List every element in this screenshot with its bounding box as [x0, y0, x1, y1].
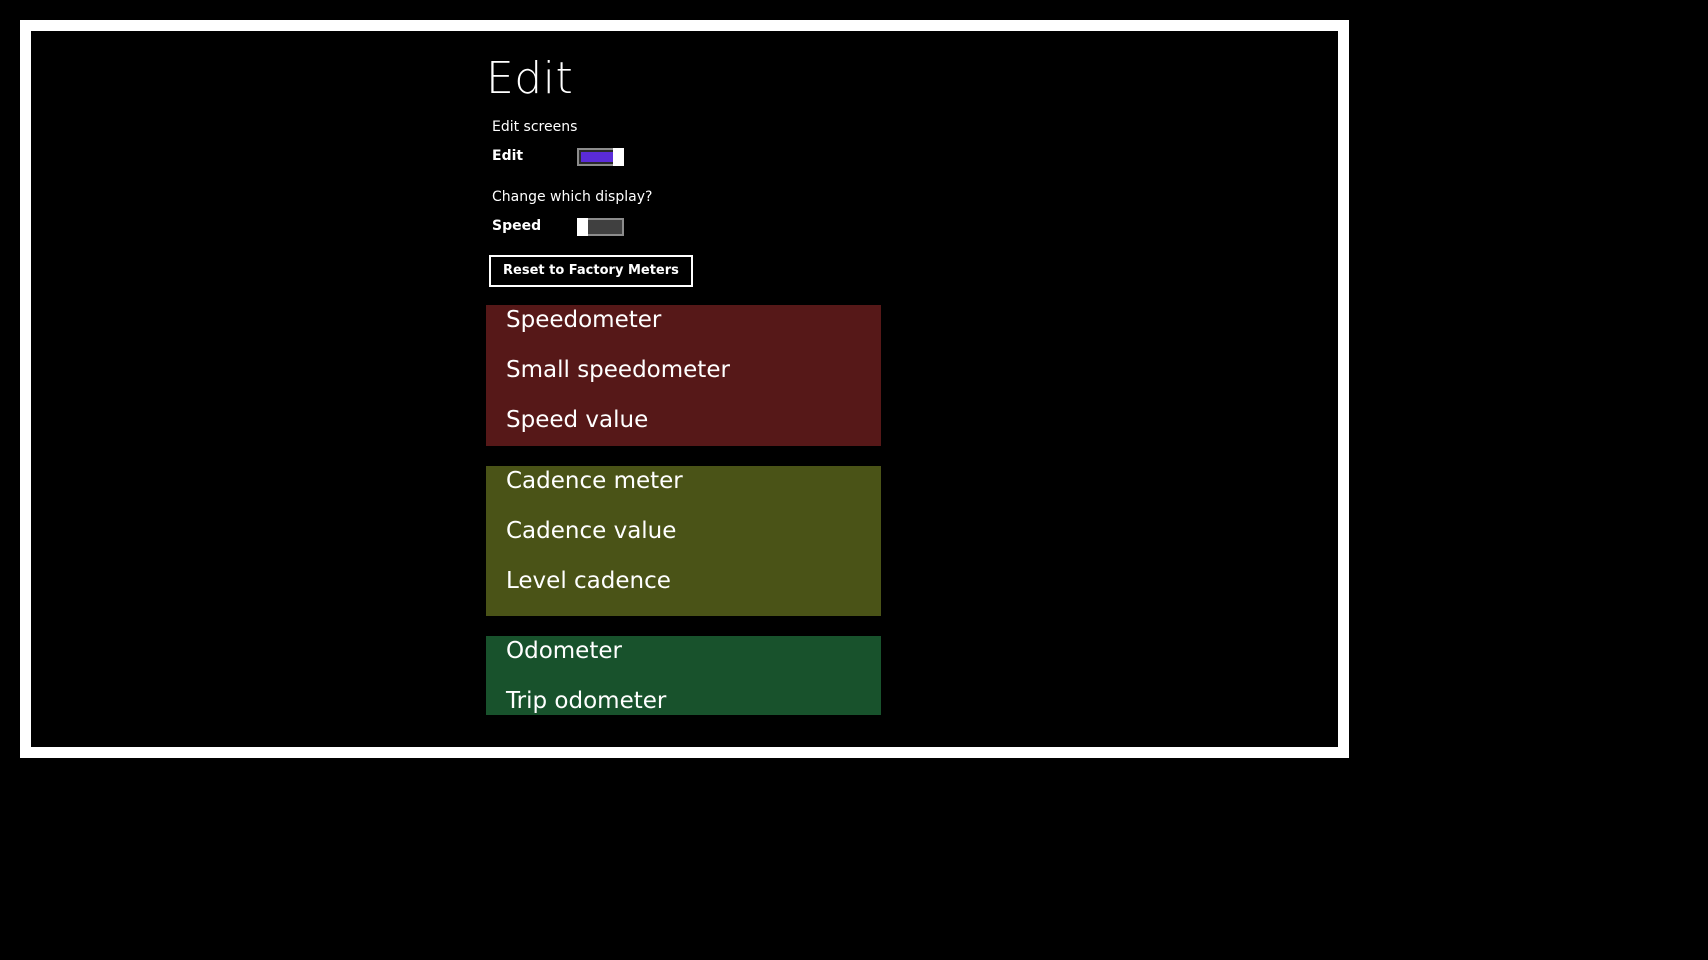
meter-item-small-speedometer[interactable]: Small speedometer [486, 357, 881, 407]
edit-toggle-row: Edit [492, 147, 886, 166]
meter-item-cadence-meter[interactable]: Cadence meter [486, 468, 881, 518]
display-toggle-thumb[interactable] [577, 217, 588, 236]
reset-factory-meters-button[interactable]: Reset to Factory Meters [489, 255, 693, 287]
display-toggle-switch[interactable] [577, 217, 624, 236]
edit-toggle-thumb[interactable] [613, 147, 624, 166]
display-toggle-row: Speed [492, 217, 886, 236]
meter-list[interactable]: Speedometer Small speedometer Speed valu… [486, 305, 881, 715]
meter-item-speedometer[interactable]: Speedometer [486, 307, 881, 357]
edit-toggle-fill [581, 151, 613, 162]
change-display-heading: Change which display? [492, 189, 653, 205]
meter-item-level-cadence[interactable]: Level cadence [486, 568, 881, 596]
meter-item-odometer[interactable]: Odometer [486, 638, 881, 688]
edit-screens-heading: Edit screens [492, 119, 578, 135]
edit-settings-panel: Edit Edit screens Edit Change which disp… [486, 57, 886, 287]
meter-item-speed-value[interactable]: Speed value [486, 407, 881, 435]
meter-item-cadence-value[interactable]: Cadence value [486, 518, 881, 568]
display-toggle-label: Speed [492, 218, 542, 234]
meter-item-trip-odometer[interactable]: Trip odometer [486, 688, 881, 715]
meter-group-cadence: Cadence meter Cadence value Level cadenc… [486, 466, 881, 616]
meter-group-distance: Odometer Trip odometer [486, 636, 881, 715]
edit-toggle-label: Edit [492, 148, 524, 164]
app-window-frame: Edit Edit screens Edit Change which disp… [20, 20, 1349, 758]
meter-group-speed: Speedometer Small speedometer Speed valu… [486, 305, 881, 446]
edit-toggle-switch[interactable] [577, 147, 624, 166]
page-title: Edit [486, 53, 574, 104]
